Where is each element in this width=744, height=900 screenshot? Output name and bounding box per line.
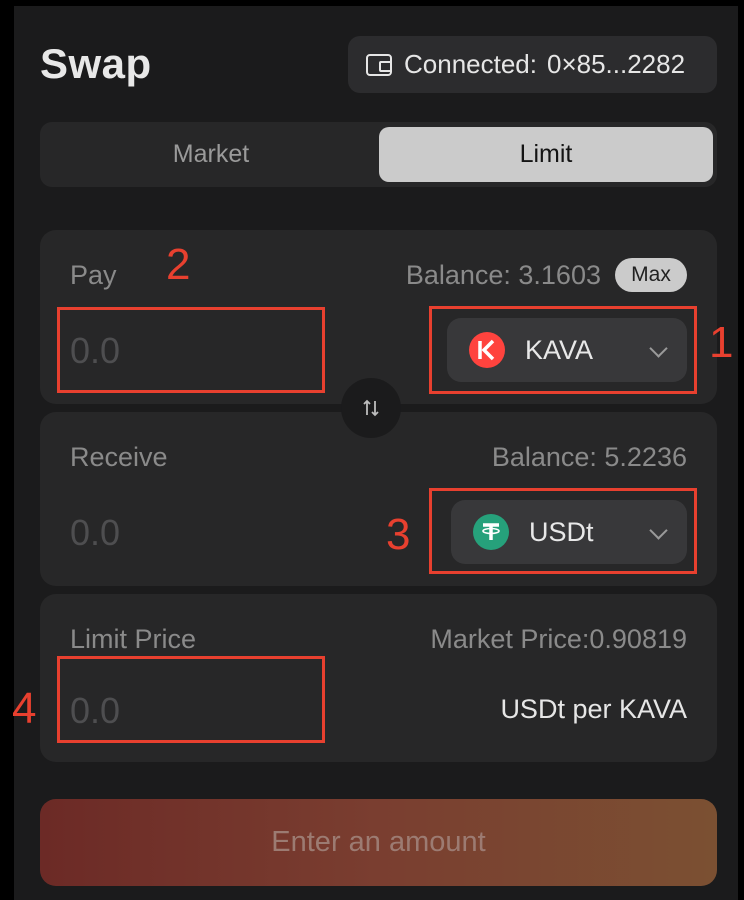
wallet-icon bbox=[366, 53, 392, 76]
receive-label: Receive bbox=[70, 442, 168, 472]
connection-label: Connected: bbox=[404, 49, 537, 79]
limit-price-unit: USDt per KAVA bbox=[500, 694, 687, 724]
flip-tokens-button[interactable] bbox=[341, 378, 401, 438]
annotation-number-4: 4 bbox=[12, 684, 37, 733]
wallet-connection-button[interactable]: Connected: 0×85...2282 bbox=[348, 36, 717, 93]
tab-limit[interactable]: Limit bbox=[379, 127, 713, 182]
annotation-box-4 bbox=[57, 656, 325, 743]
annotation-box-2 bbox=[57, 307, 325, 393]
wallet-address: 0×85...2282 bbox=[546, 49, 686, 79]
annotation-number-2: 2 bbox=[166, 240, 191, 289]
swap-arrows-icon bbox=[363, 399, 379, 417]
annotation-box-3 bbox=[429, 488, 697, 574]
pay-balance: Balance: 3.1603 bbox=[405, 260, 601, 290]
limit-price-label: Limit Price bbox=[70, 624, 197, 654]
receive-balance: Balance: 5.2236 bbox=[491, 442, 687, 472]
annotation-box-1 bbox=[429, 306, 697, 394]
submit-button[interactable]: Enter an amount bbox=[40, 799, 717, 886]
annotation-number-1: 1 bbox=[709, 318, 734, 367]
market-price: Market Price:0.90819 bbox=[430, 624, 687, 654]
annotation-number-3: 3 bbox=[386, 510, 411, 559]
pay-label: Pay bbox=[70, 260, 117, 290]
tab-market[interactable]: Market bbox=[45, 127, 377, 182]
page-title: Swap bbox=[40, 40, 152, 87]
max-button[interactable]: Max bbox=[615, 258, 687, 292]
order-type-tabs: Market Limit bbox=[40, 122, 717, 187]
receive-amount-input[interactable]: 0.0 bbox=[70, 512, 120, 554]
